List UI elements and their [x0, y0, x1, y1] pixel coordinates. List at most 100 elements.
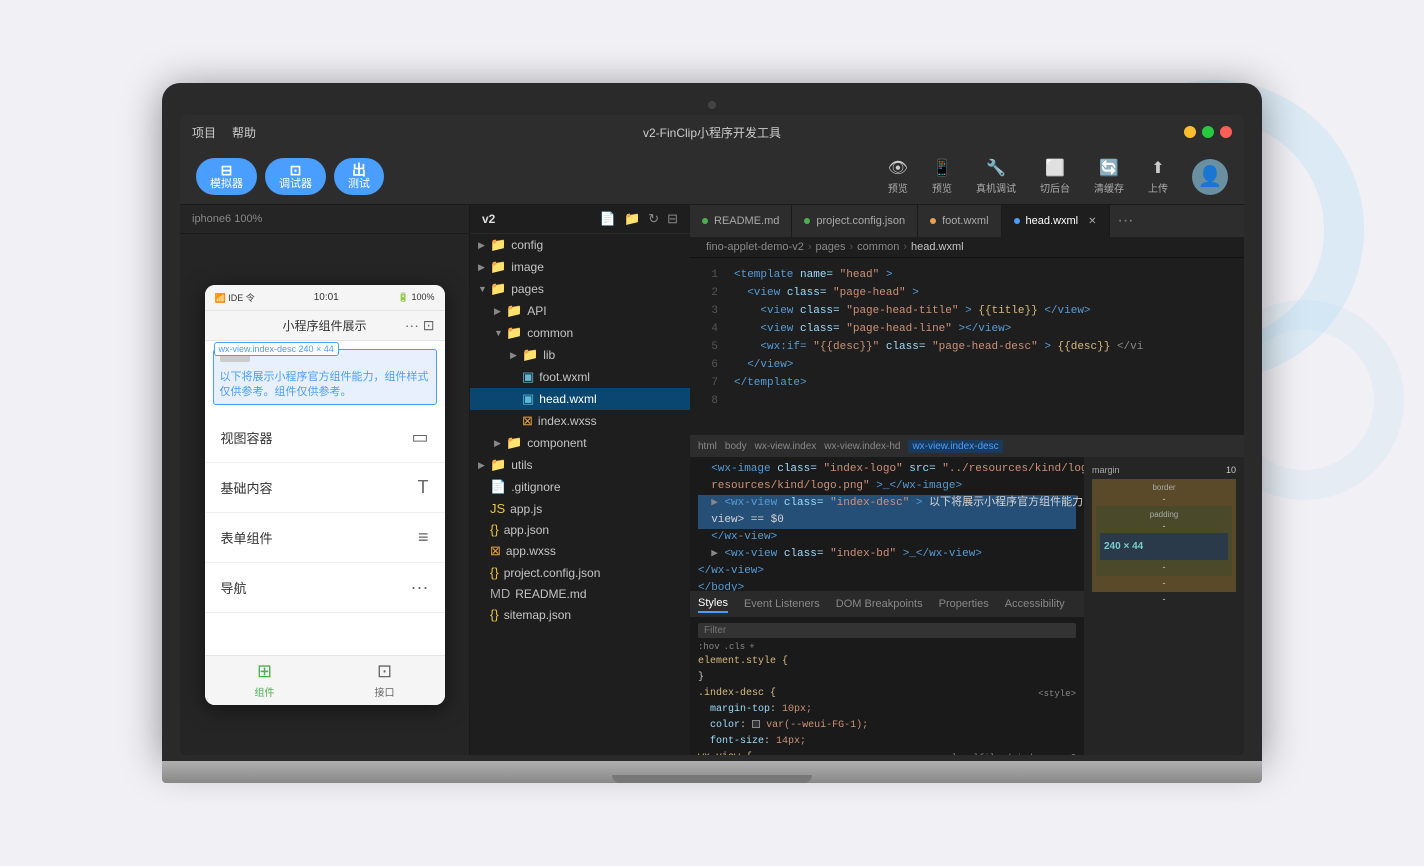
tab-readme[interactable]: README.md	[690, 205, 792, 237]
win-btn-maximize[interactable]	[1202, 126, 1214, 138]
tree-item-readme[interactable]: MD README.md	[470, 583, 690, 604]
background-icon: ⬜	[1045, 158, 1065, 178]
prop-color: color	[710, 720, 740, 731]
tab-test[interactable]: 出 测试	[334, 158, 384, 196]
nav-item-api[interactable]: ⊡ 接口	[325, 656, 445, 705]
box-content-size: 240 × 44	[1104, 541, 1143, 552]
tree-label-app-js: app.js	[510, 502, 542, 516]
filter-plus: +	[749, 642, 754, 652]
code-line-6: </view>	[726, 356, 1244, 374]
list-item-icon-4: ···	[411, 577, 429, 598]
tree-item-app-json[interactable]: {} app.json	[470, 519, 690, 540]
tag-5-close: >	[1044, 341, 1051, 353]
style-element-close: }	[698, 670, 1076, 686]
filetree-action-refresh[interactable]: ↻	[648, 211, 659, 227]
tree-item-index-wxss[interactable]: ⊠ index.wxss	[470, 410, 690, 432]
filetree-action-new-folder[interactable]: 📁	[624, 211, 640, 227]
tree-label-lib: lib	[543, 348, 555, 362]
tree-item-gitignore[interactable]: 📄 .gitignore	[470, 476, 690, 498]
tab-debug[interactable]: ⊡ 调试器	[265, 158, 326, 196]
list-item-view-container[interactable]: 视图容器 ▭	[205, 413, 445, 463]
html-line-5: </wx-view>	[698, 529, 1076, 546]
filetree-action-new-file[interactable]: 📄	[600, 211, 616, 227]
path-wx-view-desc[interactable]: wx-view.index-desc	[908, 440, 1002, 453]
user-avatar[interactable]: 👤	[1192, 159, 1228, 195]
style-tab-styles[interactable]: Styles	[698, 595, 728, 613]
phone-bottom-nav: ⊞ 组件 ⊡ 接口	[205, 655, 445, 705]
val-color: var(--weui-FG-1);	[766, 720, 868, 731]
tab-label-head: head.wxml	[1026, 215, 1079, 227]
action-preview[interactable]: 👁 预览	[888, 158, 908, 195]
tab-close-head[interactable]: ✕	[1088, 216, 1096, 227]
tab-simulate[interactable]: ⊟ 模拟器	[196, 158, 257, 196]
phone-title-dots[interactable]: ··· ⊡	[405, 317, 435, 334]
tree-item-app-js[interactable]: JS app.js	[470, 498, 690, 519]
tree-item-config[interactable]: ▶ 📁 config	[470, 234, 690, 256]
menu-project[interactable]: 项目	[192, 124, 216, 141]
origin-style: <style>	[1038, 686, 1076, 702]
tree-item-project-config[interactable]: {} project.config.json	[470, 562, 690, 583]
tab-head-wxml[interactable]: head.wxml ✕	[1002, 205, 1110, 237]
tab-project-config[interactable]: project.config.json	[792, 205, 918, 237]
file-icon-app-wxss: ⊠	[490, 543, 501, 559]
tag-1-close: >	[886, 269, 893, 281]
tree-item-common[interactable]: ▼ 📁 common	[470, 322, 690, 344]
filetree-action-collapse[interactable]: ⊟	[667, 211, 678, 227]
code-lines[interactable]: <template name= "head" > <view class= "p…	[726, 258, 1244, 435]
style-tab-accessibility[interactable]: Accessibility	[1005, 596, 1065, 612]
win-btn-minimize[interactable]	[1184, 126, 1196, 138]
debug-icon: ⊡	[290, 162, 302, 179]
action-clear-cache[interactable]: 🔄 清缓存	[1094, 158, 1124, 195]
style-tab-dom[interactable]: DOM Breakpoints	[836, 596, 923, 612]
box-border-bottom: -	[1096, 578, 1232, 588]
tag-3-close: >	[965, 305, 972, 317]
list-item-basic[interactable]: 基础内容 T	[205, 463, 445, 513]
file-icon-index-wxss: ⊠	[522, 413, 533, 429]
list-item-nav[interactable]: 导航 ···	[205, 563, 445, 613]
tree-item-app-wxss[interactable]: ⊠ app.wxss	[470, 540, 690, 562]
tab-foot-wxml[interactable]: foot.wxml	[918, 205, 1001, 237]
style-filter-input[interactable]	[698, 623, 1076, 638]
tree-item-foot-wxml[interactable]: ▣ foot.wxml	[470, 366, 690, 388]
action-real-debug[interactable]: 🔧 真机调试	[976, 158, 1016, 195]
tree-label-readme: README.md	[515, 587, 586, 601]
tree-label-component: component	[527, 436, 586, 450]
tree-item-pages[interactable]: ▼ 📁 pages	[470, 278, 690, 300]
path-wx-view-hd[interactable]: wx-view.index-hd	[824, 441, 900, 452]
action-upload[interactable]: ⬆ 上传	[1148, 158, 1168, 195]
path-body[interactable]: body	[725, 441, 747, 452]
breadcrumb-sep-3: ›	[903, 241, 907, 253]
expr-5: {{desc}}	[1058, 341, 1111, 353]
tree-item-sitemap[interactable]: {} sitemap.json	[470, 604, 690, 625]
action-mobile-preview[interactable]: 📱 预览	[932, 158, 952, 195]
tree-item-head-wxml[interactable]: ▣ head.wxml	[470, 388, 690, 410]
win-btn-close[interactable]	[1220, 126, 1232, 138]
html-tree[interactable]: <wx-image class= "index-logo" src= "../r…	[690, 457, 1084, 591]
file-icon-project-config: {}	[490, 565, 499, 580]
simulate-icon: ⊟	[221, 162, 233, 179]
nav-item-component[interactable]: ⊞ 组件	[205, 656, 325, 705]
arrow-common: ▼	[494, 328, 506, 338]
tabs-more-button[interactable]: ···	[1110, 212, 1142, 230]
arrow-component: ▶	[494, 438, 506, 449]
list-item-form[interactable]: 表单组件 ≡	[205, 513, 445, 563]
line-num-6: 6	[690, 356, 726, 374]
toolbar-tabs: ⊟ 模拟器 ⊡ 调试器 出 测试	[196, 158, 384, 196]
style-tab-events[interactable]: Event Listeners	[744, 596, 820, 612]
path-wx-view-index[interactable]: wx-view.index	[755, 441, 817, 452]
status-battery: 🔋 100%	[398, 292, 435, 303]
action-background[interactable]: ⬜ 切后台	[1040, 158, 1070, 195]
menu-help[interactable]: 帮助	[232, 124, 256, 141]
tree-item-lib[interactable]: ▶ 📁 lib	[470, 344, 690, 366]
style-margin-top: margin-top: 10px;	[698, 702, 1076, 718]
style-tab-properties[interactable]: Properties	[939, 596, 989, 612]
html-close-wx-view: </wx-view>	[711, 531, 777, 543]
styles-content: :hov .cls + element.style {	[690, 617, 1084, 755]
code-content: 1 2 3 4 5 6 7 8 <templa	[690, 258, 1244, 755]
tree-item-component[interactable]: ▶ 📁 component	[470, 432, 690, 454]
tree-item-utils[interactable]: ▶ 📁 utils	[470, 454, 690, 476]
tree-item-image[interactable]: ▶ 📁 image	[470, 256, 690, 278]
status-left: 📶 IDE 令	[215, 291, 255, 304]
tree-item-api[interactable]: ▶ 📁 API	[470, 300, 690, 322]
path-html[interactable]: html	[698, 441, 717, 452]
